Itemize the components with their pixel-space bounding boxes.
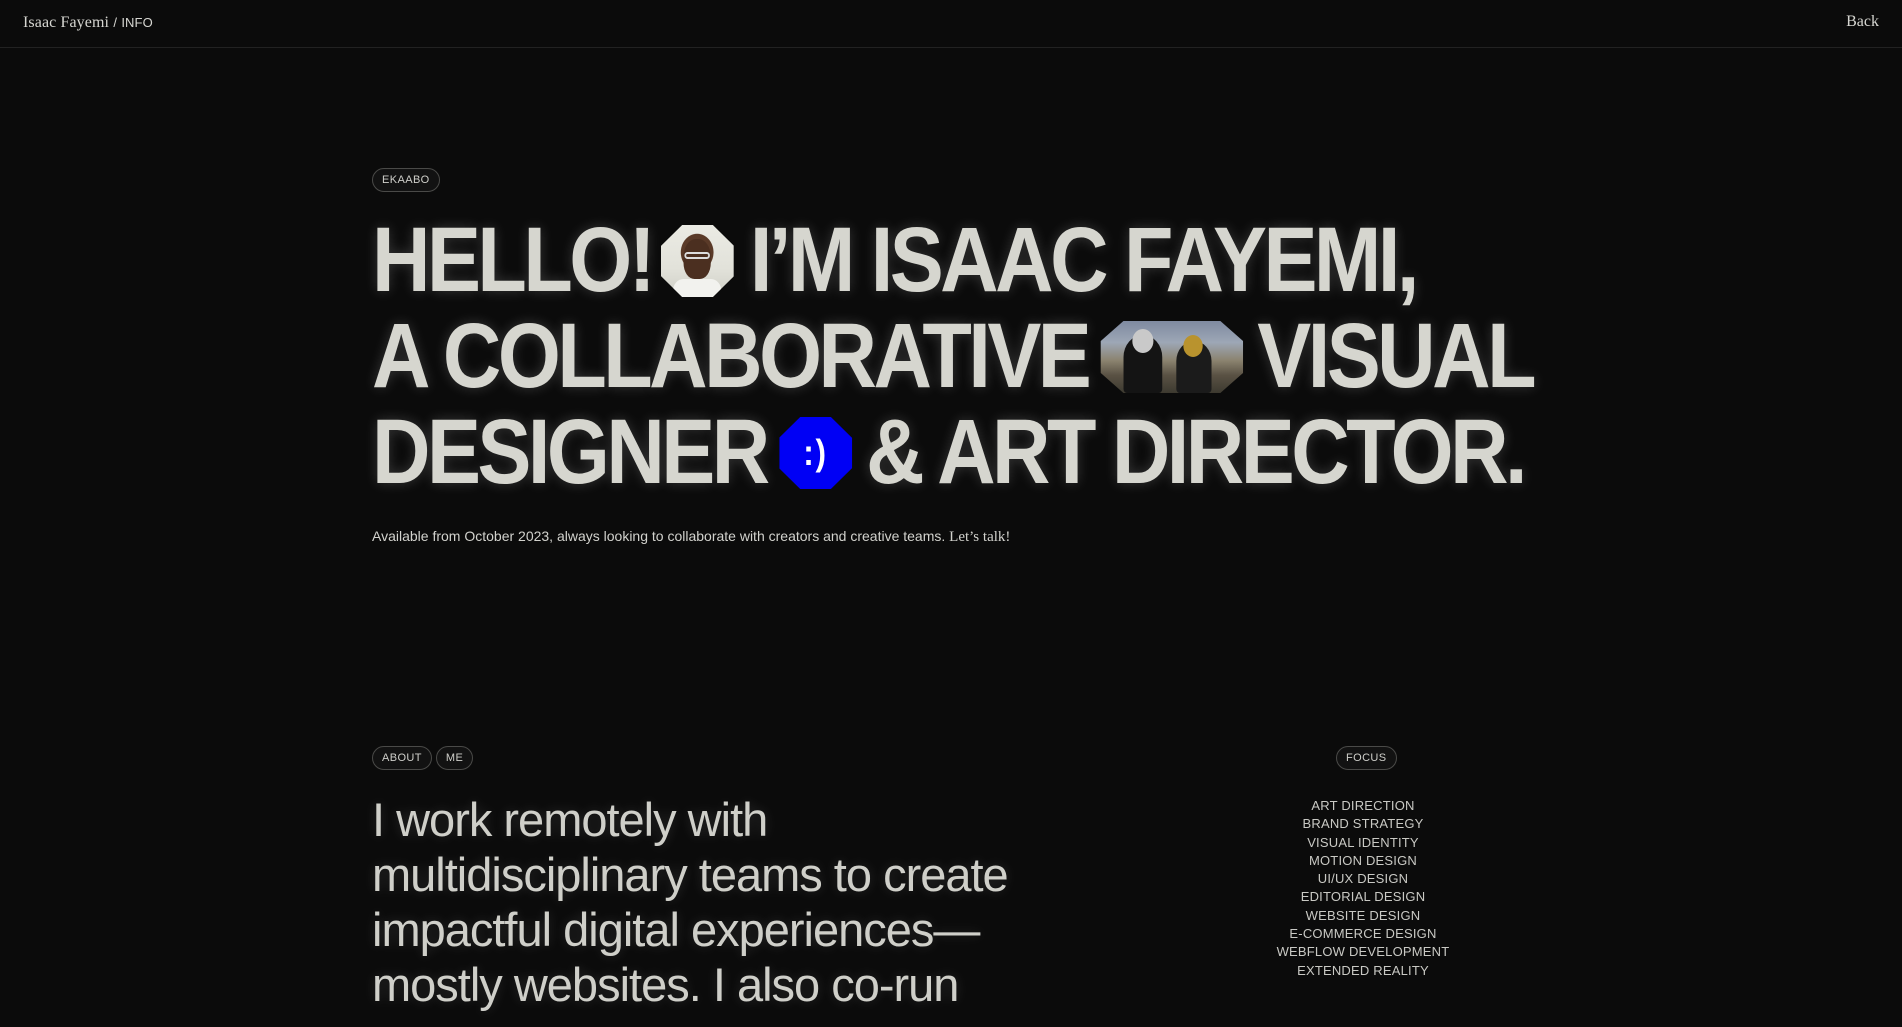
focus-item: E-COMMERCE DESIGN xyxy=(1289,926,1437,942)
focus-list: ART DIRECTION BRAND STRATEGY VISUAL IDEN… xyxy=(1263,797,1463,980)
portrait-avatar xyxy=(660,225,735,297)
hero-line-2: A COLLABORATIVE VISUAL xyxy=(372,305,1537,407)
back-link[interactable]: Back xyxy=(1846,13,1879,31)
focus-item: ART DIRECTION xyxy=(1311,798,1415,813)
focus-item: BRAND STRATEGY xyxy=(1302,816,1424,832)
breadcrumb[interactable]: Isaac Fayemi / INFO xyxy=(23,14,153,32)
hero-line-1: HELLO! I’M ISAAC FAYEMI, xyxy=(372,212,1428,308)
breadcrumb-section: INFO xyxy=(121,15,153,30)
me-chip: ME xyxy=(435,746,474,770)
focus-item: EXTENDED REALITY xyxy=(1297,962,1429,978)
breadcrumb-separator: / xyxy=(113,15,118,30)
availability-note: Available from October 2023, always look… xyxy=(372,528,1010,546)
hero-hello-text: HELLO! xyxy=(372,209,656,311)
smiley-badge: :) xyxy=(779,417,853,489)
hero-art-director-text: & ART DIRECTOR. xyxy=(866,401,1527,503)
helmet-duo-photo xyxy=(1100,321,1244,393)
hero-designer-text: DESIGNER xyxy=(372,401,770,503)
focus-chip: FOCUS xyxy=(1336,746,1397,770)
availability-text: Available from October 2023, always look… xyxy=(372,528,946,544)
hero-name-text: I’M ISAAC FAYEMI, xyxy=(749,209,1419,311)
focus-item: VISUAL IDENTITY xyxy=(1307,834,1419,850)
hero-visual-text: VISUAL xyxy=(1257,305,1536,407)
lets-talk-link[interactable]: Let’s talk! xyxy=(949,529,1010,545)
about-tags: ABOUT ME xyxy=(372,746,474,770)
about-paragraph: I work remotely with multidisciplinary t… xyxy=(372,793,1009,1011)
top-nav: Isaac Fayemi / INFO Back xyxy=(0,0,1902,48)
focus-item: WEBFLOW DEVELOPMENT xyxy=(1276,944,1450,960)
hero-tag-chip: EKAABO xyxy=(372,168,440,192)
focus-item: WEBSITE DESIGN xyxy=(1305,907,1421,923)
hero-heading: HELLO! I’M ISAAC FAYEMI, A COLLABORATIVE V… xyxy=(372,212,1537,503)
hero-collaborative-text: A COLLABORATIVE xyxy=(372,305,1092,407)
focus-item: EDITORIAL DESIGN xyxy=(1300,889,1426,905)
focus-item: MOTION DESIGN xyxy=(1308,852,1418,868)
focus-item: UI/UX DESIGN xyxy=(1317,871,1409,887)
about-chip: ABOUT xyxy=(372,746,432,770)
site-owner-name[interactable]: Isaac Fayemi xyxy=(23,14,109,31)
hero-line-3: DESIGNER:) & ART DIRECTOR. xyxy=(372,401,1528,503)
